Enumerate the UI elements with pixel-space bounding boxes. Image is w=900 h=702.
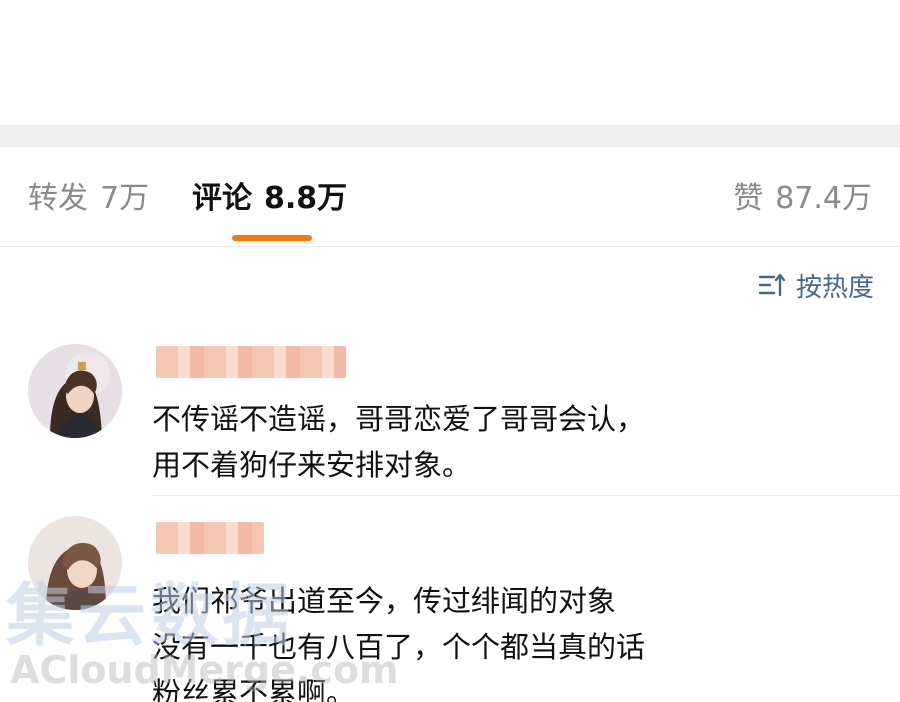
username-blurred[interactable]	[156, 346, 346, 378]
comment-item: 不传谣不造谣，哥哥恋爱了哥哥会认， 用不着狗仔来安排对象。	[0, 340, 900, 496]
tab-comments-label: 评论	[192, 181, 252, 216]
comment-item: 我们祁爷出道至今，传过绯闻的对象 没有一千也有八百了，个个都当真的话 粉丝累不累…	[0, 512, 900, 702]
avatar-illustration-icon	[28, 516, 122, 610]
comment-line: 我们祁爷出道至今，传过绯闻的对象	[152, 584, 617, 618]
tab-comments[interactable]: 评论 8.8万	[192, 181, 347, 217]
top-blank-area	[0, 0, 900, 125]
tab-likes[interactable]: 赞 87.4万	[733, 181, 872, 217]
sort-label: 按热度	[795, 272, 874, 303]
comment-line: 粉丝累不累啊。	[152, 676, 356, 702]
sort-by-hot-button[interactable]: 按热度	[758, 268, 874, 303]
tab-likes-count: 87.4万	[775, 181, 872, 216]
avatar-illustration-icon	[28, 344, 122, 438]
comment-line: 用不着狗仔来安排对象。	[152, 448, 472, 482]
comment-line: 没有一千也有八百了，个个都当真的话	[152, 630, 646, 664]
username-blurred[interactable]	[156, 522, 264, 554]
tab-repost[interactable]: 转发 7万	[28, 181, 149, 217]
tab-comments-count: 8.8万	[264, 181, 348, 216]
comment-separator	[152, 495, 900, 496]
comment-text: 不传谣不造谣，哥哥恋爱了哥哥会认， 用不着狗仔来安排对象。	[152, 396, 645, 488]
tab-likes-label: 赞	[733, 181, 764, 216]
comment-text: 我们祁爷出道至今，传过绯闻的对象 没有一千也有八百了，个个都当真的话 粉丝累不累…	[152, 578, 645, 702]
avatar[interactable]	[28, 516, 122, 610]
active-tab-indicator	[232, 235, 312, 241]
interaction-tabs: 转发 7万 评论 8.8万 赞 87.4万	[0, 147, 900, 247]
tab-repost-label: 转发	[28, 181, 88, 216]
tab-repost-count: 7万	[100, 181, 150, 216]
avatar[interactable]	[28, 344, 122, 438]
sort-icon	[758, 273, 786, 297]
comment-line: 不传谣不造谣，哥哥恋爱了哥哥会认，	[152, 402, 646, 436]
section-divider	[0, 125, 900, 147]
